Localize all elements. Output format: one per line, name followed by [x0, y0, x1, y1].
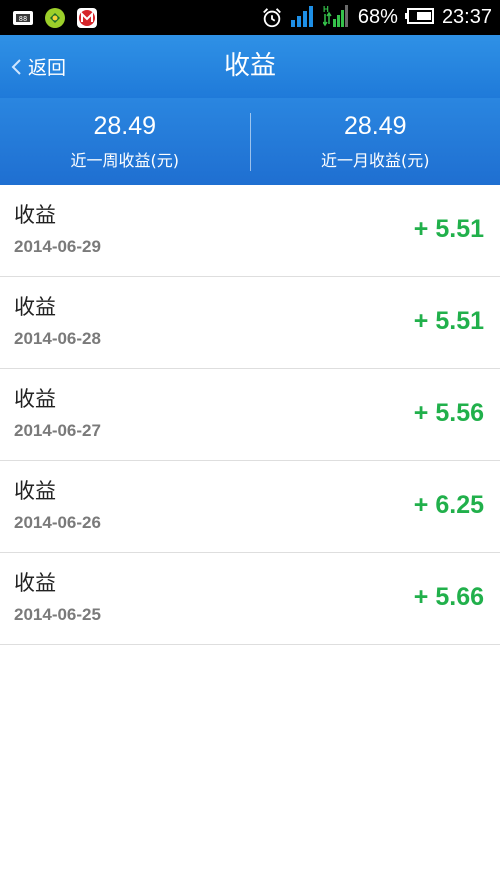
page-title: 收益	[223, 51, 276, 81]
app-notification-icon	[44, 7, 66, 29]
list-item[interactable]: 收益 2014-06-25 + 5.66	[0, 553, 500, 645]
month-earnings-value: 28.49	[343, 112, 407, 140]
list-item[interactable]: 收益 2014-06-26 + 6.25	[0, 461, 500, 553]
wifi-signal-icon	[290, 5, 316, 31]
download-counter-icon: 88	[12, 7, 34, 29]
list-item-date: 2014-06-28	[14, 329, 101, 348]
battery-percent: 68%	[357, 6, 398, 28]
list-item-date: 2014-06-25	[14, 605, 101, 624]
month-earnings-label: 近一月收益(元)	[321, 151, 430, 170]
list-item-date: 2014-06-26	[14, 513, 101, 532]
notification-icons: 88	[12, 6, 98, 29]
list-item-amount: + 6.25	[413, 491, 484, 519]
list-item-amount: + 5.51	[413, 307, 484, 335]
cellular-signal-icon: H	[322, 4, 351, 32]
network-type-label: H	[323, 5, 329, 14]
week-earnings-value: 28.49	[93, 112, 157, 140]
metro-app-icon	[76, 7, 98, 29]
list-item-amount: + 5.66	[413, 583, 484, 611]
list-item-title: 收益	[14, 479, 56, 503]
list-item-title: 收益	[14, 295, 56, 319]
earnings-list: 收益 2014-06-29 + 5.51 收益 2014-06-28 + 5.5…	[0, 185, 500, 645]
title-bar: 返回 收益	[0, 35, 500, 98]
list-item-date: 2014-06-29	[14, 237, 101, 256]
list-item-title: 收益	[14, 571, 56, 595]
status-bar: 88 H 68% 23:37	[0, 0, 500, 35]
earnings-summary: 28.49 近一周收益(元) 28.49 近一月收益(元)	[0, 98, 500, 185]
week-earnings-label: 近一周收益(元)	[70, 151, 180, 170]
clock: 23:37	[441, 6, 492, 28]
back-label: 返回	[28, 57, 67, 79]
list-item-date: 2014-06-27	[14, 421, 101, 440]
list-item[interactable]: 收益 2014-06-28 + 5.51	[0, 277, 500, 369]
list-item-amount: + 5.56	[413, 399, 484, 427]
week-earnings: 28.49 近一周收益(元)	[0, 98, 250, 185]
month-earnings: 28.49 近一月收益(元)	[251, 98, 500, 185]
list-item-amount: + 5.51	[413, 215, 484, 243]
list-item[interactable]: 收益 2014-06-29 + 5.51	[0, 185, 500, 277]
system-status: H 68% 23:37	[261, 0, 492, 35]
battery-icon	[404, 7, 435, 29]
list-item-title: 收益	[14, 387, 56, 411]
alarm-icon	[261, 7, 283, 29]
chevron-left-icon	[11, 58, 21, 75]
svg-text:88: 88	[19, 15, 27, 23]
list-item-title: 收益	[14, 203, 56, 227]
back-button[interactable]: 返回	[10, 35, 66, 98]
list-item[interactable]: 收益 2014-06-27 + 5.56	[0, 369, 500, 461]
